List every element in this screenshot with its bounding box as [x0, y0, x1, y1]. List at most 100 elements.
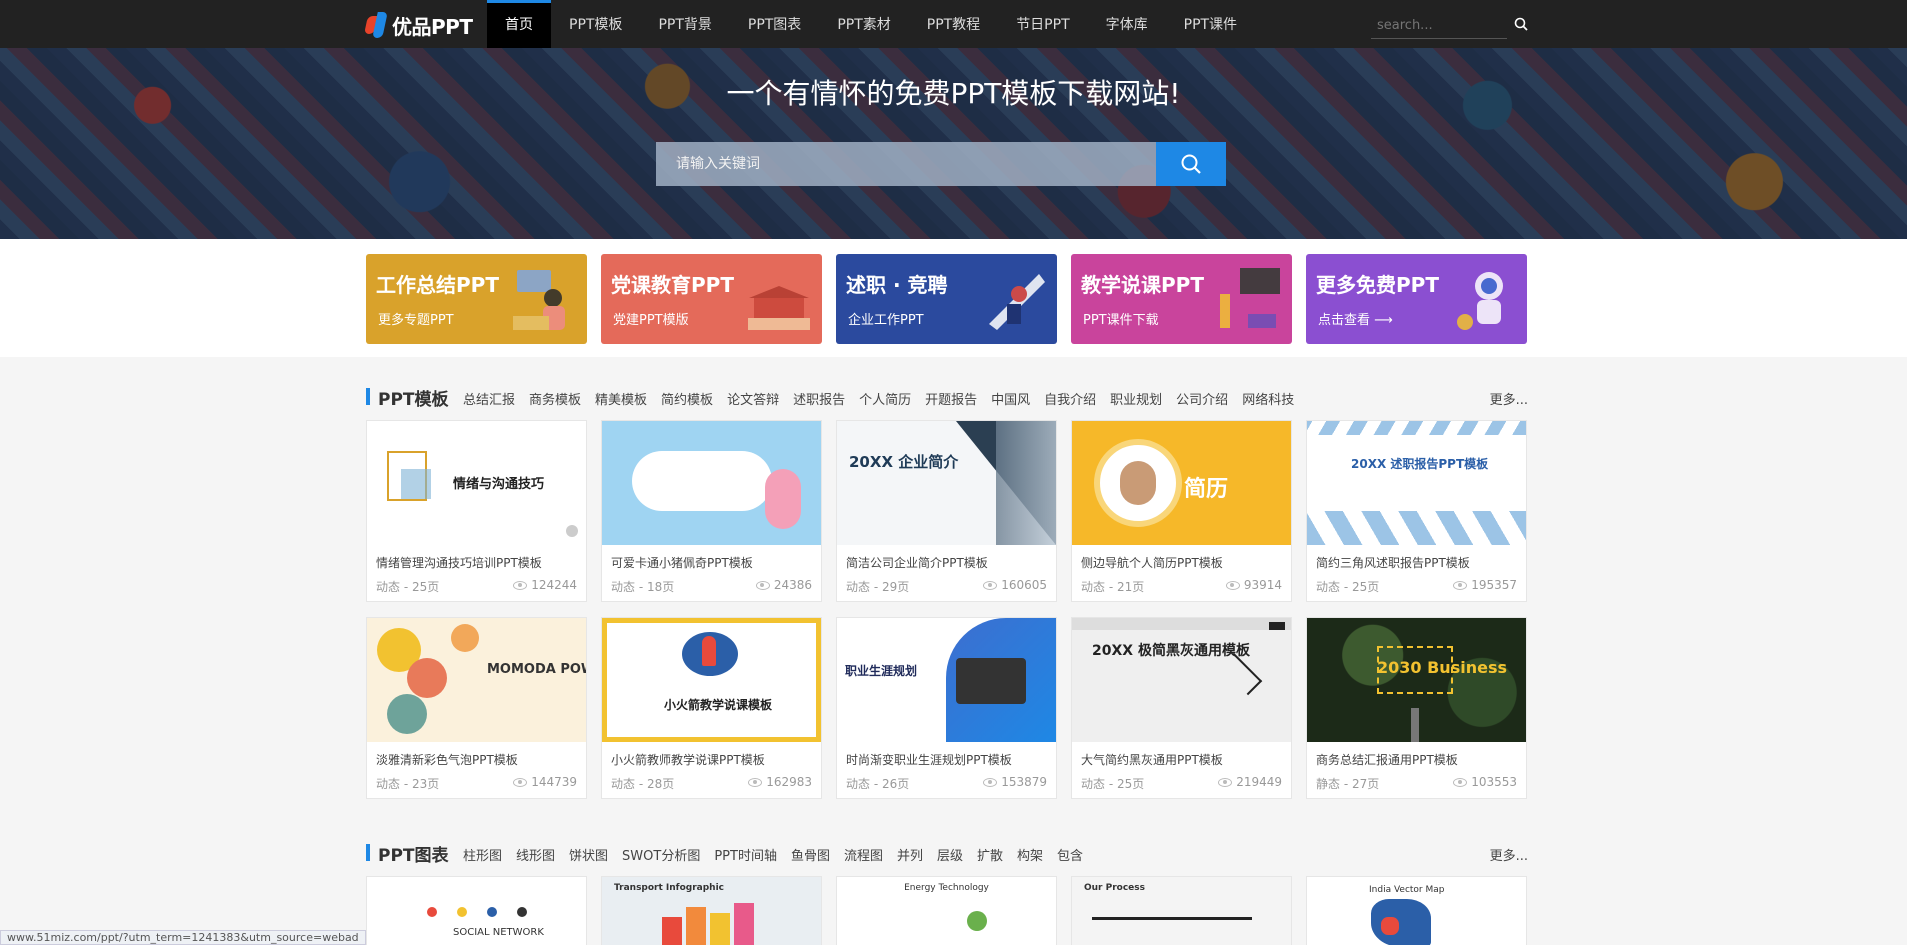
template-title[interactable]: 时尚渐变职业生涯规划PPT模板 — [846, 751, 1051, 768]
tag-pie-chart[interactable]: 饼状图 — [569, 845, 608, 864]
nav-ppt-background[interactable]: PPT背景 — [640, 0, 729, 48]
more-link[interactable]: 更多... — [1490, 389, 1528, 408]
site-logo[interactable]: 优品PPT — [364, 10, 473, 40]
template-card[interactable]: 20XX 企业简介 简洁公司企业简介PPT模板 动态 - 29页 160605 — [836, 420, 1057, 602]
chart-card[interactable]: Our Process — [1071, 876, 1292, 945]
chart-card[interactable]: India Vector Map — [1306, 876, 1527, 945]
template-card[interactable]: 简历 侧边导航个人简历PPT模板 动态 - 21页 93914 — [1071, 420, 1292, 602]
template-thumbnail[interactable]: 20XX 极简黑灰通用模板 — [1072, 618, 1291, 742]
chart-card[interactable]: Transport Infographic — [601, 876, 822, 945]
chart-card-title: Our Process — [1084, 883, 1146, 893]
tag-line-chart[interactable]: 线形图 — [516, 845, 555, 864]
chart-card[interactable]: SOCIAL NETWORK — [366, 876, 587, 945]
nav-ppt-courseware[interactable]: PPT课件 — [1166, 0, 1255, 48]
tag-debrief-report[interactable]: 述职报告 — [793, 389, 845, 408]
section-title[interactable]: PPT图表 — [378, 841, 449, 866]
nav-ppt-tutorial[interactable]: PPT教程 — [909, 0, 998, 48]
nav-holiday-ppt[interactable]: 节日PPT — [998, 0, 1087, 48]
template-title[interactable]: 商务总结汇报通用PPT模板 — [1316, 751, 1521, 768]
hero-search-input[interactable] — [656, 142, 1156, 186]
template-thumbnail[interactable]: MOMODA POWERPOINT — [367, 618, 586, 742]
template-title[interactable]: 简洁公司企业简介PPT模板 — [846, 554, 1051, 571]
template-card[interactable]: 可爱卡通小猪佩奇 可爱卡通小猪佩奇PPT模板 动态 - 18页 24386 — [601, 420, 822, 602]
more-link[interactable]: 更多... — [1490, 845, 1528, 864]
template-title[interactable]: 淡雅清新彩色气泡PPT模板 — [376, 751, 581, 768]
template-title[interactable]: 简约三角风述职报告PPT模板 — [1316, 554, 1521, 571]
view-count: 162983 — [748, 775, 812, 789]
template-title[interactable]: 侧边导航个人简历PPT模板 — [1081, 554, 1286, 571]
thumbnail-title: 职业生涯规划 — [845, 664, 918, 678]
nav-ppt-chart[interactable]: PPT图表 — [730, 0, 819, 48]
tag-company-intro[interactable]: 公司介绍 — [1176, 389, 1228, 408]
banner-party-education[interactable]: 党课教育PPT 党建PPT模版 — [601, 254, 822, 344]
nav-search-input[interactable] — [1371, 13, 1507, 39]
chart-card[interactable]: Energy Technology — [836, 876, 1057, 945]
top-nav: 优品PPT 首页 PPT模板 PPT背景 PPT图表 PPT素材 PPT教程 节… — [0, 0, 1907, 48]
hero-search-button[interactable] — [1156, 142, 1226, 186]
tag-hierarchy[interactable]: 层级 — [937, 845, 963, 864]
thumbnail-decoration — [837, 421, 1056, 545]
tag-thesis-defense[interactable]: 论文答辩 — [727, 389, 779, 408]
tag-summary-report[interactable]: 总结汇报 — [463, 389, 515, 408]
template-card[interactable]: MOMODA POWERPOINT 淡雅清新彩色气泡PPT模板动态 - 23页 14… — [366, 617, 587, 799]
template-thumbnail[interactable]: 情绪与沟通技巧 — [367, 421, 586, 545]
template-meta: 动态 - 25页 — [1316, 580, 1380, 594]
thumbnail-decoration — [602, 618, 821, 742]
nav-home[interactable]: 首页 — [487, 0, 551, 48]
template-card[interactable]: 情绪与沟通技巧 情绪管理沟通技巧培训PPT模板 动态 - 25页 124244 — [366, 420, 587, 602]
tag-proposal[interactable]: 开题报告 — [925, 389, 977, 408]
template-title[interactable]: 可爱卡通小猪佩奇PPT模板 — [611, 554, 816, 571]
tag-business[interactable]: 商务模板 — [529, 389, 581, 408]
template-thumbnail[interactable]: 可爱卡通小猪佩奇 — [602, 421, 821, 545]
template-card[interactable]: 20XX 极简黑灰通用模板 大气简约黑灰通用PPT模板 动态 - 25页 219449 — [1071, 617, 1292, 799]
view-count: 93914 — [1225, 578, 1282, 592]
logo-icon — [364, 12, 388, 38]
template-thumbnail[interactable]: 20XX 企业简介 — [837, 421, 1056, 545]
section-title[interactable]: PPT模板 — [378, 385, 449, 410]
nav-ppt-template[interactable]: PPT模板 — [551, 0, 640, 48]
banner-more-free[interactable]: 更多免费PPT 点击查看 ⟶ — [1306, 254, 1527, 344]
template-card[interactable]: 小火箭教学说课模板 小火箭教师教学说课PPT模板 动态 - 28页 162983 — [601, 617, 822, 799]
view-count: 153879 — [983, 775, 1047, 789]
tag-fishbone[interactable]: 鱼骨图 — [791, 845, 830, 864]
banner-work-summary[interactable]: 工作总结PPT 更多专题PPT — [366, 254, 587, 344]
tag-self-intro[interactable]: 自我介绍 — [1044, 389, 1096, 408]
view-count: 103553 — [1453, 775, 1517, 789]
template-thumbnail[interactable]: 20XX 述职报告PPT模板 — [1307, 421, 1526, 545]
tag-timeline[interactable]: PPT时间轴 — [714, 845, 777, 864]
tag-include[interactable]: 包含 — [1057, 845, 1083, 864]
tag-simple[interactable]: 简约模板 — [661, 389, 713, 408]
ppt-chart-section-header: PPT图表 柱形图 线形图 饼状图 SWOT分析图 PPT时间轴 鱼骨图 流程图… — [366, 841, 1528, 866]
eye-icon — [755, 580, 770, 590]
tag-flowchart[interactable]: 流程图 — [844, 845, 883, 864]
tag-career-plan[interactable]: 职业规划 — [1110, 389, 1162, 408]
template-thumbnail[interactable]: 简历 — [1072, 421, 1291, 545]
template-card[interactable]: 职业生涯规划 时尚渐变职业生涯规划PPT模板 动态 - 26页 153879 — [836, 617, 1057, 799]
tag-architecture[interactable]: 构架 — [1017, 845, 1043, 864]
thumbnail-title: MOMODA POWERPOINT — [487, 662, 586, 677]
search-icon[interactable] — [1514, 17, 1528, 31]
tag-tech[interactable]: 网络科技 — [1242, 389, 1294, 408]
template-thumbnail[interactable]: 职业生涯规划 — [837, 618, 1056, 742]
nav-ppt-material[interactable]: PPT素材 — [819, 0, 908, 48]
tag-swot[interactable]: SWOT分析图 — [622, 845, 700, 864]
template-thumbnail[interactable]: 小火箭教学说课模板 — [602, 618, 821, 742]
tag-diffusion[interactable]: 扩散 — [977, 845, 1003, 864]
template-card[interactable]: 2030 Business 商务总结汇报通用PPT模板 静态 - 27页 103553 — [1306, 617, 1527, 799]
search-icon — [1181, 154, 1201, 174]
tag-bar-chart[interactable]: 柱形图 — [463, 845, 502, 864]
banner-teaching[interactable]: 教学说课PPT PPT课件下载 — [1071, 254, 1292, 344]
tag-resume[interactable]: 个人简历 — [859, 389, 911, 408]
tag-exquisite[interactable]: 精美模板 — [595, 389, 647, 408]
people-icons — [427, 907, 527, 919]
template-title[interactable]: 小火箭教师教学说课PPT模板 — [611, 751, 816, 768]
banner-debrief[interactable]: 述职 · 竞聘 企业工作PPT — [836, 254, 1057, 344]
eye-icon — [1225, 580, 1240, 590]
template-card[interactable]: 20XX 述职报告PPT模板 简约三角风述职报告PPT模板 动态 - 25页 1953… — [1306, 420, 1527, 602]
template-title[interactable]: 情绪管理沟通技巧培训PPT模板 — [376, 554, 581, 571]
tag-parallel[interactable]: 并列 — [897, 845, 923, 864]
nav-font-library[interactable]: 字体库 — [1088, 0, 1166, 48]
tag-chinese-style[interactable]: 中国风 — [991, 389, 1030, 408]
template-thumbnail[interactable]: 2030 Business — [1307, 618, 1526, 742]
template-title[interactable]: 大气简约黑灰通用PPT模板 — [1081, 751, 1286, 768]
